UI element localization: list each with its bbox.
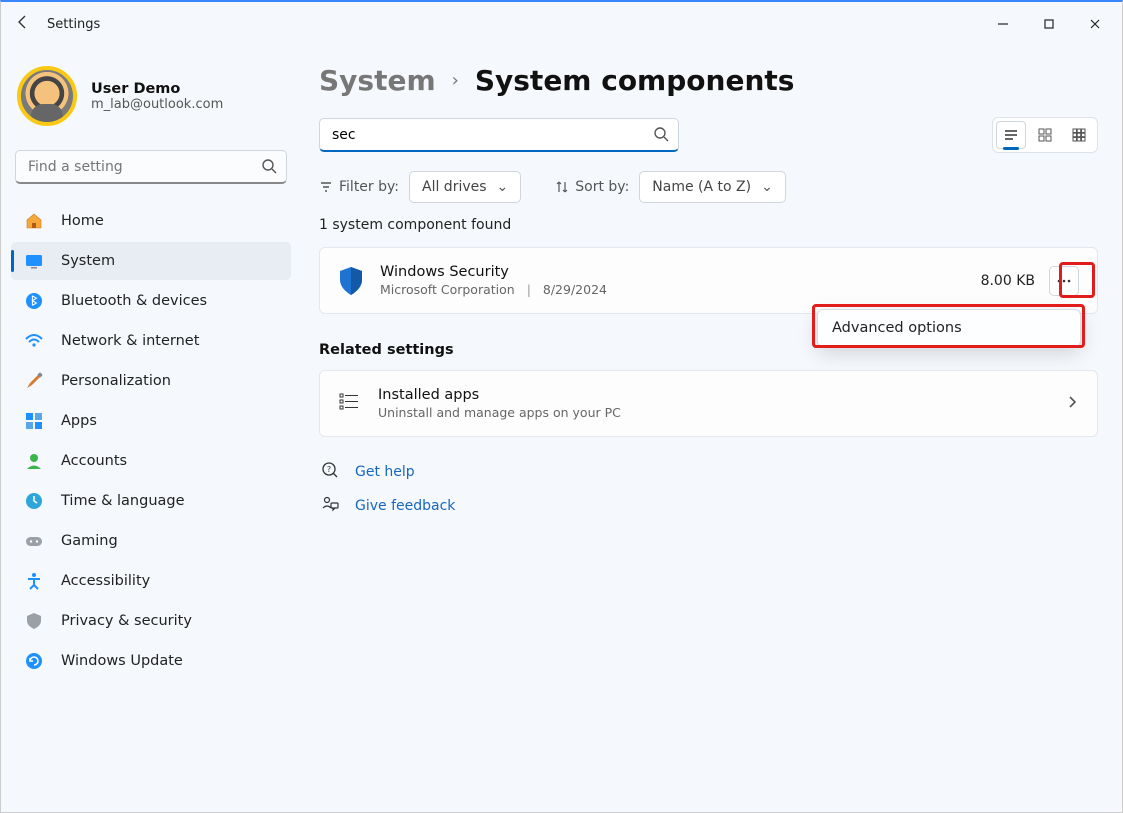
view-grid-button[interactable] (1030, 121, 1060, 149)
nav-label: Bluetooth & devices (61, 293, 207, 309)
more-options-button[interactable] (1049, 266, 1079, 296)
sort-icon (555, 180, 569, 194)
nav-bluetooth[interactable]: Bluetooth & devices (11, 282, 291, 320)
view-tiles-button[interactable] (1064, 121, 1094, 149)
sort-value: Name (A to Z) (652, 179, 751, 195)
windows-security-icon (338, 266, 364, 296)
filter-icon (319, 180, 333, 194)
component-date: 8/29/2024 (543, 282, 607, 297)
filter-by-label: Filter by: (319, 179, 399, 195)
nav-personalization[interactable]: Personalization (11, 362, 291, 400)
profile-email: m_lab@outlook.com (91, 97, 223, 112)
nav-system[interactable]: System (11, 242, 291, 280)
give-feedback-row: Give feedback (321, 495, 1098, 517)
update-icon (23, 651, 45, 671)
search-icon (261, 158, 277, 178)
component-size: 8.00 KB (981, 273, 1035, 289)
installed-apps-icon (338, 391, 360, 417)
component-name: Windows Security (380, 264, 607, 280)
wifi-icon (23, 331, 45, 351)
accessibility-icon (23, 571, 45, 591)
get-help-row: ? Get help (321, 461, 1098, 483)
chevron-right-icon (1065, 394, 1079, 413)
title-bar: Settings (1, 2, 1122, 46)
nav-accounts[interactable]: Accounts (11, 442, 291, 480)
nav-label: Network & internet (61, 333, 199, 349)
filter-dropdown[interactable]: All drives ⌄ (409, 171, 521, 203)
brush-icon (23, 371, 45, 391)
nav-list: Home System Bluetooth & devices Network … (11, 202, 291, 680)
maximize-button[interactable] (1026, 8, 1072, 40)
give-feedback-link[interactable]: Give feedback (355, 498, 455, 514)
profile-block[interactable]: User Demo m_lab@outlook.com (11, 58, 291, 144)
back-button[interactable] (5, 14, 41, 35)
ellipsis-icon (1056, 273, 1072, 289)
accounts-icon (23, 451, 45, 471)
nav-label: Privacy & security (61, 613, 192, 629)
nav-label: Accounts (61, 453, 127, 469)
installed-apps-sub: Uninstall and manage apps on your PC (378, 405, 621, 420)
get-help-link[interactable]: Get help (355, 464, 415, 480)
chevron-down-icon: ⌄ (497, 179, 509, 195)
installed-apps-link[interactable]: Installed apps Uninstall and manage apps… (319, 370, 1098, 437)
search-icon[interactable] (653, 126, 669, 146)
nav-label: Time & language (61, 493, 185, 509)
system-icon (23, 251, 45, 271)
chevron-down-icon: ⌄ (761, 179, 773, 195)
component-search (319, 118, 679, 152)
nav-label: Personalization (61, 373, 171, 389)
nav-label: Home (61, 213, 104, 229)
menu-item-advanced-options[interactable]: Advanced options (832, 320, 1066, 336)
sidebar: User Demo m_lab@outlook.com Home System … (1, 46, 301, 812)
nav-apps[interactable]: Apps (11, 402, 291, 440)
component-meta: Microsoft Corporation | 8/29/2024 (380, 282, 607, 297)
nav-gaming[interactable]: Gaming (11, 522, 291, 560)
minimize-button[interactable] (980, 8, 1026, 40)
view-list-button[interactable] (996, 121, 1026, 149)
installed-apps-title: Installed apps (378, 387, 621, 403)
home-icon (23, 211, 45, 231)
main-pane: System › System components (301, 46, 1122, 812)
profile-name: User Demo (91, 81, 223, 97)
apps-icon (23, 411, 45, 431)
window-title: Settings (47, 17, 100, 32)
nav-privacy-security[interactable]: Privacy & security (11, 602, 291, 640)
breadcrumb-parent[interactable]: System (319, 64, 436, 97)
view-toggle (992, 117, 1098, 153)
component-search-input[interactable] (319, 118, 679, 152)
nav-label: System (61, 253, 115, 269)
sort-dropdown[interactable]: Name (A to Z) ⌄ (639, 171, 786, 203)
close-button[interactable] (1072, 8, 1118, 40)
nav-label: Gaming (61, 533, 118, 549)
component-publisher: Microsoft Corporation (380, 282, 515, 297)
breadcrumb: System › System components (319, 64, 1098, 97)
nav-home[interactable]: Home (11, 202, 291, 240)
result-count: 1 system component found (319, 217, 1098, 233)
filter-value: All drives (422, 179, 487, 195)
clock-icon (23, 491, 45, 511)
nav-network[interactable]: Network & internet (11, 322, 291, 360)
nav-label: Windows Update (61, 653, 183, 669)
shield-icon (23, 611, 45, 631)
chevron-right-icon: › (452, 70, 459, 91)
bluetooth-icon (23, 291, 45, 311)
help-icon: ? (321, 461, 339, 483)
gaming-icon (23, 531, 45, 551)
avatar (17, 66, 77, 126)
svg-text:?: ? (327, 465, 331, 474)
sidebar-search (15, 150, 287, 184)
sort-by-label: Sort by: (555, 179, 629, 195)
breadcrumb-current: System components (475, 64, 795, 97)
context-menu: Advanced options (817, 309, 1081, 347)
nav-label: Accessibility (61, 573, 150, 589)
nav-windows-update[interactable]: Windows Update (11, 642, 291, 680)
feedback-icon (321, 495, 339, 517)
sidebar-search-input[interactable] (15, 150, 287, 184)
nav-accessibility[interactable]: Accessibility (11, 562, 291, 600)
component-card: Windows Security Microsoft Corporation |… (319, 247, 1098, 314)
nav-time-language[interactable]: Time & language (11, 482, 291, 520)
nav-label: Apps (61, 413, 97, 429)
